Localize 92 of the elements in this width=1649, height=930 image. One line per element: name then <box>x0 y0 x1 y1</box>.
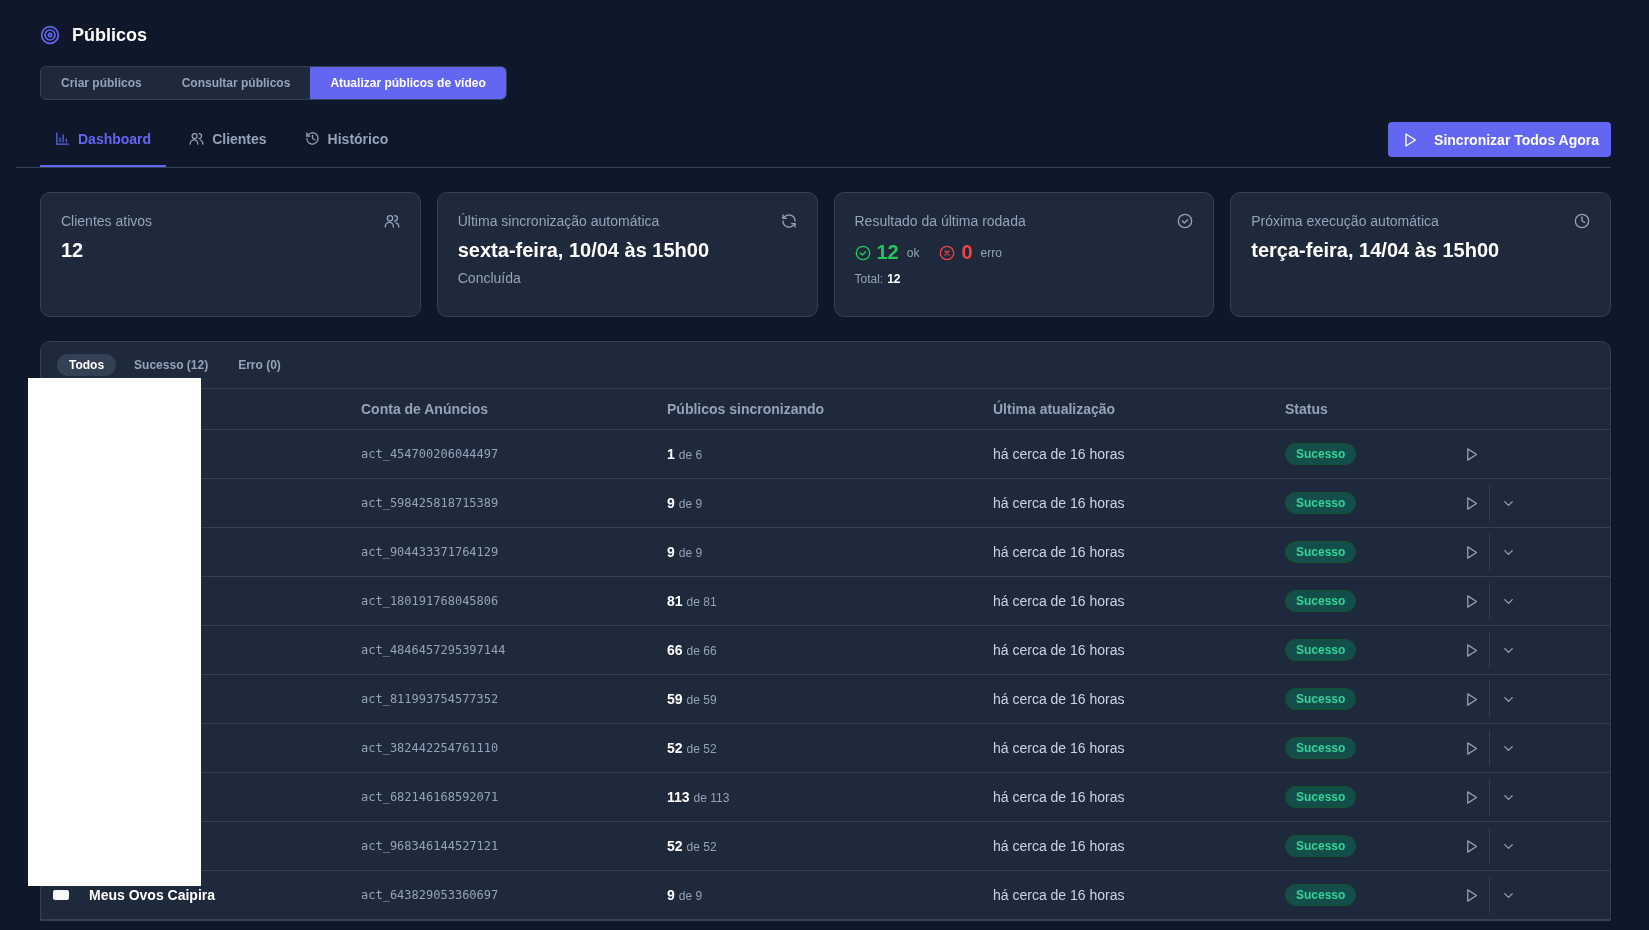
updated-time: há cerca de 16 horas <box>993 789 1126 805</box>
play-icon <box>1402 131 1419 148</box>
updated-time: há cerca de 16 horas <box>993 642 1126 658</box>
client-name: Meus Ovos Caipira <box>89 887 216 903</box>
account-id: act_682146168592071 <box>361 790 500 804</box>
synced-count: 9 <box>667 544 675 560</box>
synced-count: 52 <box>667 838 683 854</box>
nav-tab[interactable]: Clientes <box>174 112 282 167</box>
account-id: act_180191768045806 <box>361 594 500 608</box>
column-header: Públicos sincronizando <box>667 401 826 417</box>
section-tab[interactable]: Consultar públicos <box>161 67 311 99</box>
column-header: Última atualização <box>993 401 1117 417</box>
ok-count: 12 <box>876 241 899 264</box>
account-id: act_598425818715389 <box>361 496 500 510</box>
page-title: Públicos <box>72 24 147 46</box>
check-circle-icon <box>1177 213 1194 229</box>
account-id: act_454700206044497 <box>361 447 500 461</box>
synced-count: 113 <box>667 789 690 805</box>
error-count: 0 <box>961 241 973 264</box>
users-icon <box>189 131 205 146</box>
section-tab[interactable]: Criar públicos <box>41 67 162 99</box>
synced-count: 9 <box>667 495 675 511</box>
card-value: 12 <box>61 239 85 262</box>
total-count: de 59 <box>686 693 717 707</box>
total-count: de 6 <box>678 448 703 462</box>
total-count: de 9 <box>678 497 703 511</box>
synced-count: 1 <box>667 446 675 462</box>
synced-count: 59 <box>667 691 683 707</box>
status-badge: Sucesso <box>1285 639 1357 661</box>
column-header: Conta de Anúncios <box>361 401 490 417</box>
card-value: sexta-feira, 10/04 às 15h00 <box>457 239 711 262</box>
section-tab[interactable]: Atualizar públicos de vídeo <box>310 67 506 99</box>
card-note: Concluída <box>457 270 522 286</box>
card-title: Resultado da última rodada <box>854 213 1026 229</box>
status-badge: Sucesso <box>1285 737 1357 759</box>
updated-time: há cerca de 16 horas <box>993 495 1126 511</box>
total-count: de 52 <box>686 840 717 854</box>
total-count: de 113 <box>693 791 730 805</box>
total-value: 12 <box>887 272 901 286</box>
account-id: act_904433371764129 <box>361 545 500 559</box>
history-icon <box>304 131 320 146</box>
updated-time: há cerca de 16 horas <box>993 691 1126 707</box>
synced-count: 66 <box>667 642 683 658</box>
bar-chart-icon <box>55 131 70 146</box>
total-count: de 9 <box>678 889 703 903</box>
check-circle-icon <box>854 244 871 261</box>
filter-tab[interactable]: Todos <box>57 354 117 376</box>
updated-time: há cerca de 16 horas <box>993 887 1126 903</box>
account-id: act_382442254761110 <box>361 741 500 755</box>
card-title: Última sincronização automática <box>457 213 660 229</box>
target-icon <box>40 25 60 45</box>
status-badge: Sucesso <box>1285 541 1357 563</box>
client-avatar <box>53 890 69 900</box>
updated-time: há cerca de 16 horas <box>993 838 1126 854</box>
card-title: Clientes ativos <box>61 213 153 229</box>
sync-all-button[interactable]: Sincronizar Todos Agora <box>1388 122 1611 157</box>
account-id: act_968346144527121 <box>361 839 500 853</box>
refresh-icon <box>780 213 797 229</box>
status-badge: Sucesso <box>1285 492 1357 514</box>
nav-tab[interactable]: Histórico <box>289 112 404 167</box>
clock-icon <box>1574 213 1590 229</box>
synced-count: 9 <box>667 887 675 903</box>
nav-tab[interactable]: Dashboard <box>40 112 167 167</box>
card-value: terça-feira, 14/04 às 15h00 <box>1251 239 1501 262</box>
status-badge: Sucesso <box>1285 835 1357 857</box>
updated-time: há cerca de 16 horas <box>993 593 1126 609</box>
synced-count: 52 <box>667 740 683 756</box>
column-header: Status <box>1285 401 1329 417</box>
filter-tab[interactable]: Sucesso (12) <box>122 354 221 376</box>
total-count: de 66 <box>686 644 717 658</box>
account-id: act_811993754577352 <box>361 692 500 706</box>
updated-time: há cerca de 16 horas <box>993 446 1126 462</box>
synced-count: 81 <box>667 593 683 609</box>
ok-label: ok <box>906 245 920 260</box>
total-count: de 52 <box>686 742 717 756</box>
total-count: de 9 <box>678 546 703 560</box>
x-circle-icon <box>939 244 956 261</box>
status-badge: Sucesso <box>1285 590 1357 612</box>
account-id: act_4846457295397144 <box>361 643 507 657</box>
users-icon <box>383 213 400 229</box>
status-badge: Sucesso <box>1285 786 1357 808</box>
status-badge: Sucesso <box>1285 884 1357 906</box>
error-label: erro <box>980 245 1002 260</box>
card-title: Próxima execução automática <box>1251 213 1439 229</box>
total-count: de 81 <box>686 595 717 609</box>
account-id: act_643829053360697 <box>361 888 500 902</box>
status-badge: Sucesso <box>1285 688 1357 710</box>
filter-tab[interactable]: Erro (0) <box>226 354 293 376</box>
updated-time: há cerca de 16 horas <box>993 740 1126 756</box>
total-label: Total: <box>854 272 884 286</box>
status-badge: Sucesso <box>1285 443 1357 465</box>
updated-time: há cerca de 16 horas <box>993 544 1126 560</box>
